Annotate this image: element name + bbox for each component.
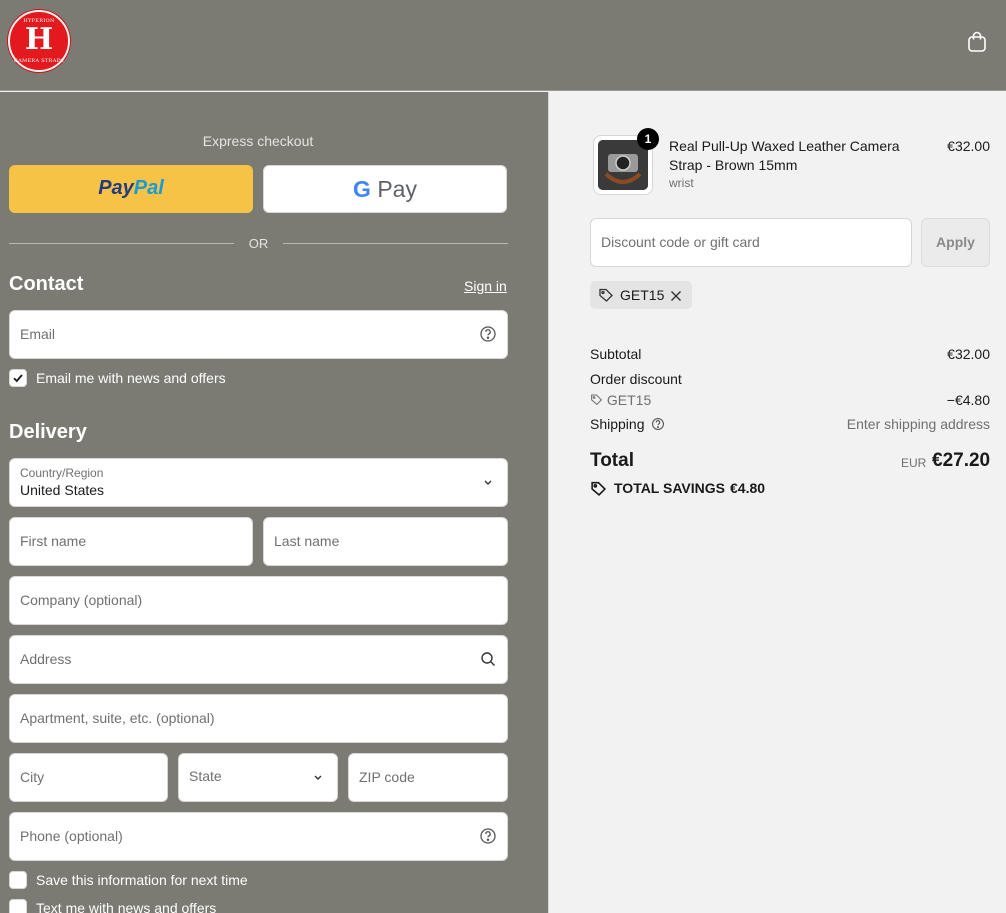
- order-summary-panel: 1 Real Pull-Up Waxed Leather Camera Stra…: [548, 92, 1006, 913]
- discount-value: −€4.80: [946, 392, 990, 408]
- help-circle-icon[interactable]: [479, 827, 497, 845]
- logo-letter: H: [24, 22, 54, 57]
- email-placeholder: Email: [20, 326, 56, 342]
- newsletter-label: Email me with news and offers: [36, 370, 226, 386]
- chevron-down-icon: [479, 473, 497, 491]
- product-name: Real Pull-Up Waxed Leather Camera Strap …: [669, 138, 900, 173]
- tag-icon: [590, 480, 607, 502]
- store-logo[interactable]: HYPERION H CAMERA STRAPS: [8, 10, 70, 72]
- paypal-button[interactable]: PayPal: [9, 165, 253, 213]
- subtotal-value: €32.00: [947, 346, 990, 362]
- country-label: Country/Region: [20, 466, 104, 480]
- first-name-placeholder: First name: [20, 533, 87, 549]
- tag-icon: [598, 287, 614, 308]
- save-info-checkbox-row[interactable]: Save this information for next time: [9, 870, 309, 890]
- save-info-label: Save this information for next time: [36, 872, 248, 888]
- logo-bottom-text: CAMERA STRAPS: [14, 58, 64, 64]
- zip-field[interactable]: ZIP code: [348, 753, 508, 802]
- text-me-label: Text me with news and offers: [36, 900, 217, 913]
- company-placeholder: Company (optional): [20, 592, 143, 608]
- shipping-value: Enter shipping address: [846, 416, 990, 432]
- savings-value: €4.80: [730, 480, 766, 496]
- contact-heading: Contact: [9, 273, 84, 295]
- total-value: €27.20: [932, 450, 991, 471]
- quantity-badge: 1: [637, 128, 659, 150]
- discount-code-input[interactable]: Discount code or gift card: [590, 218, 912, 267]
- tag-icon: [591, 394, 603, 406]
- google-pay-button[interactable]: G Pay: [263, 165, 507, 213]
- apartment-placeholder: Apartment, suite, etc. (optional): [20, 710, 215, 726]
- discount-placeholder: Discount code or gift card: [601, 234, 760, 250]
- apartment-field[interactable]: Apartment, suite, etc. (optional): [9, 694, 508, 743]
- header: HYPERION H CAMERA STRAPS: [0, 0, 1006, 91]
- subtotal-row: Subtotal €32.00: [590, 346, 990, 364]
- address-field[interactable]: Address: [9, 635, 508, 684]
- divider-line: [283, 243, 508, 244]
- savings-label: TOTAL SAVINGS: [614, 480, 725, 496]
- chevron-down-icon: [309, 768, 327, 786]
- city-placeholder: City: [20, 769, 45, 785]
- discount-code-detail: GET15: [590, 392, 651, 408]
- close-icon[interactable]: [670, 289, 682, 307]
- newsletter-checkbox-row[interactable]: Email me with news and offers: [9, 368, 309, 388]
- checkout-form-panel: Express checkout PayPal G Pay OR Contact…: [0, 92, 548, 913]
- state-select[interactable]: State: [178, 753, 338, 802]
- search-icon: [479, 650, 497, 668]
- apply-discount-button[interactable]: Apply: [921, 218, 990, 267]
- first-name-field[interactable]: First name: [9, 517, 253, 566]
- shipping-label: Shipping: [590, 416, 645, 432]
- country-value: United States: [20, 482, 105, 498]
- address-placeholder: Address: [20, 651, 72, 667]
- last-name-field[interactable]: Last name: [263, 517, 508, 566]
- phone-field[interactable]: Phone (optional): [9, 812, 508, 861]
- help-circle-icon: [652, 418, 665, 430]
- discount-code-text: GET15: [606, 392, 652, 408]
- shipping-label-wrap: Shipping: [590, 416, 665, 432]
- help-circle-icon[interactable]: [479, 325, 497, 343]
- discount-code-row: GET15 −€4.80: [590, 392, 990, 410]
- state-placeholder: State: [189, 768, 222, 784]
- zip-placeholder: ZIP code: [359, 769, 415, 785]
- company-field[interactable]: Company (optional): [9, 576, 508, 625]
- text-me-checkbox[interactable]: [9, 899, 27, 913]
- shopping-bag-icon[interactable]: [965, 30, 989, 54]
- last-name-placeholder: Last name: [274, 533, 340, 549]
- paypal-logo: PayPal: [98, 177, 164, 199]
- text-me-checkbox-row[interactable]: Text me with news and offers: [9, 898, 309, 913]
- product-variant: wrist: [669, 176, 694, 190]
- delivery-heading: Delivery: [9, 421, 87, 443]
- newsletter-checkbox[interactable]: [9, 369, 27, 387]
- order-discount-label: Order discount: [590, 371, 682, 387]
- total-label: Total: [590, 450, 634, 471]
- city-field[interactable]: City: [9, 753, 168, 802]
- or-divider: OR: [9, 236, 508, 251]
- applied-code-label: GET15: [620, 287, 665, 303]
- save-info-checkbox[interactable]: [9, 871, 27, 889]
- applied-discount-tag: GET15: [590, 281, 692, 309]
- subtotal-label: Subtotal: [590, 346, 642, 362]
- order-discount-row: Order discount: [590, 371, 990, 389]
- email-field[interactable]: Email: [9, 310, 508, 359]
- currency-code: EUR: [901, 456, 927, 470]
- phone-placeholder: Phone (optional): [20, 828, 123, 844]
- product-price: €32.00: [947, 138, 990, 154]
- sign-in-link[interactable]: Sign in: [464, 278, 507, 294]
- express-checkout-title: Express checkout: [202, 133, 314, 149]
- google-pay-logo: G Pay: [353, 176, 417, 202]
- country-select[interactable]: Country/Region United States: [9, 458, 508, 507]
- shipping-row: Shipping Enter shipping address: [590, 416, 990, 434]
